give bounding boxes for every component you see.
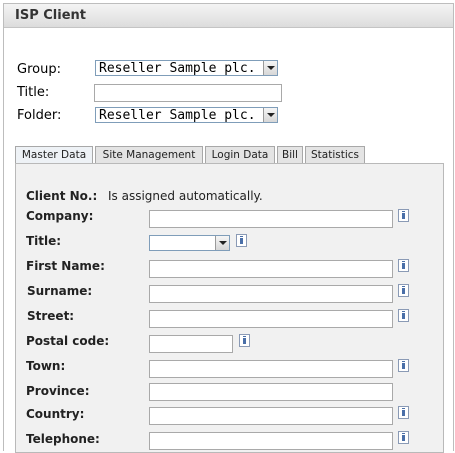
province-input[interactable]	[149, 383, 393, 401]
telephone-label: Telephone:	[26, 432, 100, 446]
help-icon[interactable]	[398, 359, 409, 372]
folder-select-value: Reseller Sample plc.	[99, 108, 256, 123]
help-icon[interactable]	[398, 259, 409, 272]
first-name-label: First Name:	[26, 259, 105, 273]
telephone-input[interactable]	[149, 432, 393, 450]
title-field-label: Title:	[26, 234, 62, 248]
town-label: Town:	[26, 359, 66, 373]
surname-label: Surname:	[27, 284, 93, 298]
group-select-value: Reseller Sample plc.	[99, 61, 256, 76]
postal-code-label: Postal code:	[26, 334, 110, 348]
group-label: Group:	[17, 62, 61, 77]
tab-site-management[interactable]: Site Management	[95, 146, 203, 163]
tab-login-data[interactable]: Login Data	[205, 146, 275, 163]
help-icon[interactable]	[236, 234, 247, 247]
help-icon[interactable]	[398, 284, 409, 297]
town-input[interactable]	[149, 360, 393, 378]
country-label: Country:	[26, 407, 85, 421]
country-input[interactable]	[149, 407, 393, 425]
street-label: Street:	[27, 309, 75, 323]
surname-input[interactable]	[149, 285, 393, 303]
help-icon[interactable]	[398, 309, 409, 322]
client-no-label: Client No.:	[26, 189, 98, 203]
tab-master-data[interactable]: Master Data	[15, 146, 93, 164]
folder-label: Folder:	[17, 108, 62, 123]
client-no-value: Is assigned automatically.	[108, 189, 263, 203]
chevron-down-icon[interactable]	[263, 61, 277, 75]
group-select[interactable]: Reseller Sample plc.	[95, 60, 278, 76]
panel-title: ISP Client	[15, 8, 86, 23]
street-input[interactable]	[149, 310, 393, 328]
title-select[interactable]	[149, 235, 230, 251]
company-input[interactable]	[149, 210, 393, 228]
chevron-down-icon[interactable]	[263, 108, 277, 122]
title-label: Title:	[17, 85, 50, 100]
panel-header: ISP Client	[4, 4, 453, 28]
help-icon[interactable]	[398, 431, 409, 444]
tab-statistics[interactable]: Statistics	[305, 146, 365, 163]
tab-bill[interactable]: Bill	[277, 146, 303, 163]
help-icon[interactable]	[398, 406, 409, 419]
chevron-down-icon[interactable]	[215, 236, 229, 250]
province-label: Province:	[26, 384, 90, 398]
folder-select[interactable]: Reseller Sample plc.	[95, 107, 278, 123]
first-name-input[interactable]	[149, 260, 393, 278]
company-label: Company:	[26, 209, 94, 223]
title-input[interactable]	[94, 84, 282, 102]
postal-code-input[interactable]	[149, 335, 233, 353]
help-icon[interactable]	[398, 209, 409, 222]
help-icon[interactable]	[239, 334, 250, 347]
